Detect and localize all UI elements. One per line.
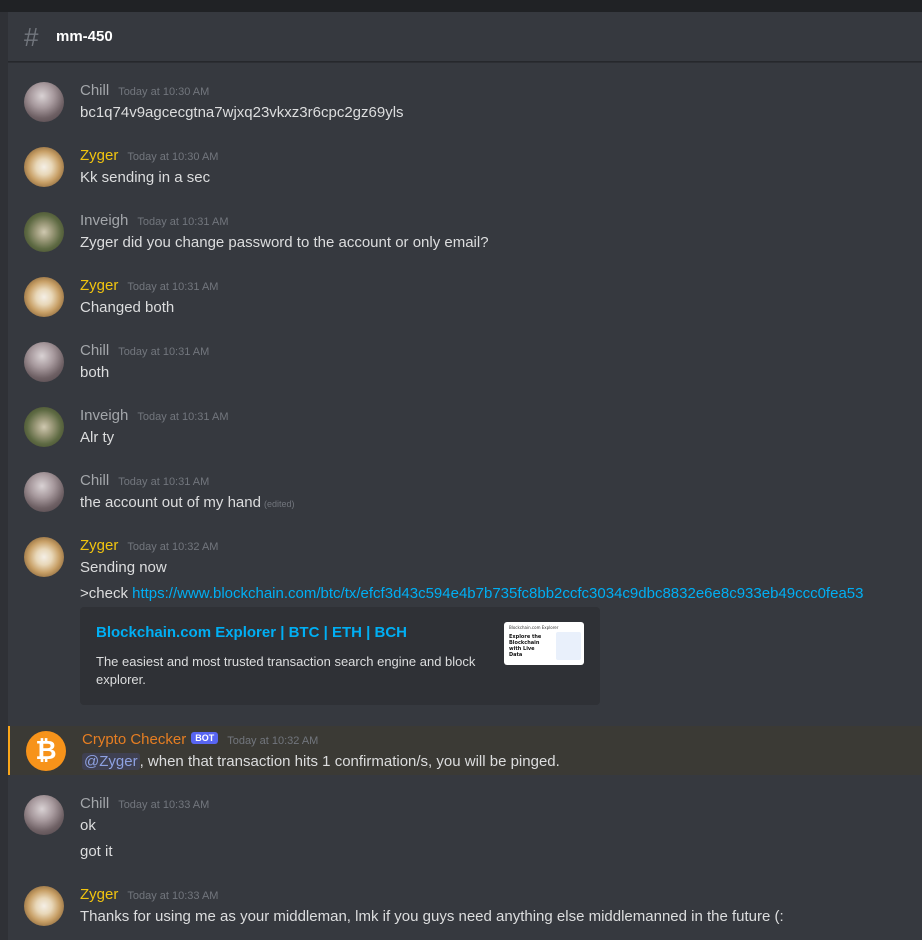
message-header: Inveigh Today at 10:31 AM — [80, 212, 229, 234]
author-name[interactable]: Inveigh — [80, 212, 128, 229]
timestamp: Today at 10:33 AM — [118, 799, 210, 811]
message-header: Chill Today at 10:33 AM — [80, 795, 209, 817]
author-name[interactable]: Inveigh — [80, 407, 128, 424]
bitcoin-icon[interactable]: ₿ — [26, 731, 66, 771]
message-header: Zyger Today at 10:31 AM — [80, 277, 218, 299]
timestamp: Today at 10:31 AM — [118, 476, 210, 488]
message: Chill Today at 10:33 AM ok got it — [8, 795, 922, 865]
avatar[interactable] — [24, 212, 64, 252]
embed-thumbnail[interactable]: Blockchain.com Explorer Explore the Bloc… — [504, 622, 584, 665]
timestamp: Today at 10:31 AM — [118, 346, 210, 358]
message-header: Inveigh Today at 10:31 AM — [80, 407, 229, 429]
user-mention[interactable]: @Zyger — [82, 753, 140, 770]
message: Chill Today at 10:30 AM bc1q74v9agcecgtn… — [8, 82, 922, 126]
avatar[interactable] — [24, 407, 64, 447]
thumbnail-headline: Explore the Blockchain with Live Data — [509, 634, 542, 658]
message: Inveigh Today at 10:31 AM Alr ty — [8, 407, 922, 451]
message-header: Zyger Today at 10:32 AM — [80, 537, 218, 559]
author-name[interactable]: Crypto Checker — [82, 731, 186, 748]
message-text-content: the account out of my hand — [80, 494, 261, 511]
timestamp: Today at 10:30 AM — [127, 151, 219, 163]
timestamp: Today at 10:33 AM — [127, 890, 219, 902]
timestamp: Today at 10:32 AM — [127, 541, 219, 553]
author-name[interactable]: Chill — [80, 342, 109, 359]
message-text: ok — [80, 817, 96, 834]
sidebar-edge — [0, 12, 8, 940]
message-text: bc1q74v9agcecgtna7wjxq23vkxz3r6cpc2gz69y… — [80, 104, 404, 121]
message-text: Kk sending in a sec — [80, 169, 211, 186]
author-name[interactable]: Zyger — [80, 886, 118, 903]
message-text: Sending now — [80, 559, 167, 576]
bot-badge: BOT — [191, 732, 219, 744]
channel-name: mm-450 — [56, 28, 113, 45]
avatar[interactable] — [24, 886, 64, 926]
avatar[interactable] — [24, 277, 64, 317]
author-name[interactable]: Chill — [80, 795, 109, 812]
message-text: the account out of my hand (edited) — [80, 494, 294, 511]
avatar[interactable] — [24, 147, 64, 187]
message-text-content: , when that transaction hits 1 confirmat… — [139, 753, 560, 770]
embed-description: The easiest and most trusted transaction… — [96, 654, 476, 687]
author-name[interactable]: Zyger — [80, 277, 118, 294]
message-text: Changed both — [80, 299, 175, 316]
link-embed: Blockchain.com Explorer | BTC | ETH | BC… — [80, 607, 600, 705]
message: Zyger Today at 10:30 AM Kk sending in a … — [8, 147, 922, 191]
avatar[interactable] — [24, 342, 64, 382]
timestamp: Today at 10:30 AM — [118, 86, 210, 98]
avatar[interactable] — [24, 82, 64, 122]
message: Inveigh Today at 10:31 AM Zyger did you … — [8, 212, 922, 256]
transaction-link[interactable]: https://www.blockchain.com/btc/tx/efcf3d… — [132, 585, 863, 602]
message-header: Chill Today at 10:31 AM — [80, 472, 209, 494]
avatar[interactable] — [24, 795, 64, 835]
message-text: got it — [80, 843, 113, 860]
command-prefix: >check — [80, 585, 133, 602]
timestamp: Today at 10:32 AM — [227, 735, 319, 747]
channel-header: # mm-450 — [8, 12, 922, 62]
message-text: >check https://www.blockchain.com/btc/tx… — [80, 585, 863, 602]
author-name[interactable]: Zyger — [80, 147, 118, 164]
message: Chill Today at 10:31 AM both — [8, 342, 922, 386]
message: Zyger Today at 10:31 AM Changed both — [8, 277, 922, 321]
message-text: @Zyger, when that transaction hits 1 con… — [82, 753, 560, 770]
message-header: Zyger Today at 10:30 AM — [80, 147, 218, 169]
author-name[interactable]: Zyger — [80, 537, 118, 554]
message-text: Zyger did you change password to the acc… — [80, 234, 489, 251]
avatar[interactable] — [24, 472, 64, 512]
message-header: Chill Today at 10:30 AM — [80, 82, 209, 104]
timestamp: Today at 10:31 AM — [137, 411, 229, 423]
message-header: Zyger Today at 10:33 AM — [80, 886, 218, 908]
message: Zyger Today at 10:32 AM Sending now >che… — [8, 537, 922, 709]
edited-label: (edited) — [263, 499, 295, 509]
author-name[interactable]: Chill — [80, 472, 109, 489]
timestamp: Today at 10:31 AM — [127, 281, 219, 293]
author-name[interactable]: Chill — [80, 82, 109, 99]
message-header: Chill Today at 10:31 AM — [80, 342, 209, 364]
message-text: both — [80, 364, 110, 381]
message: Chill Today at 10:31 AM the account out … — [8, 472, 922, 516]
message-list[interactable]: Chill Today at 10:30 AM bc1q74v9agcecgtn… — [8, 63, 922, 940]
avatar[interactable] — [24, 537, 64, 577]
message: Zyger Today at 10:33 AM Thanks for using… — [8, 886, 922, 930]
bot-message-mention-highlight: ₿ Crypto Checker BOT Today at 10:32 AM @… — [8, 726, 922, 775]
thumbnail-card — [556, 632, 581, 660]
thumbnail-brand: Blockchain.com Explorer — [509, 625, 559, 630]
text-channel-icon: # — [24, 21, 39, 52]
embed-title[interactable]: Blockchain.com Explorer | BTC | ETH | BC… — [96, 624, 407, 641]
message-header: Crypto Checker BOT Today at 10:32 AM — [82, 731, 318, 753]
message-text: Thanks for using me as your middleman, l… — [80, 908, 784, 925]
message-text: Alr ty — [80, 429, 115, 446]
window-top-bar — [0, 0, 922, 12]
timestamp: Today at 10:31 AM — [137, 216, 229, 228]
